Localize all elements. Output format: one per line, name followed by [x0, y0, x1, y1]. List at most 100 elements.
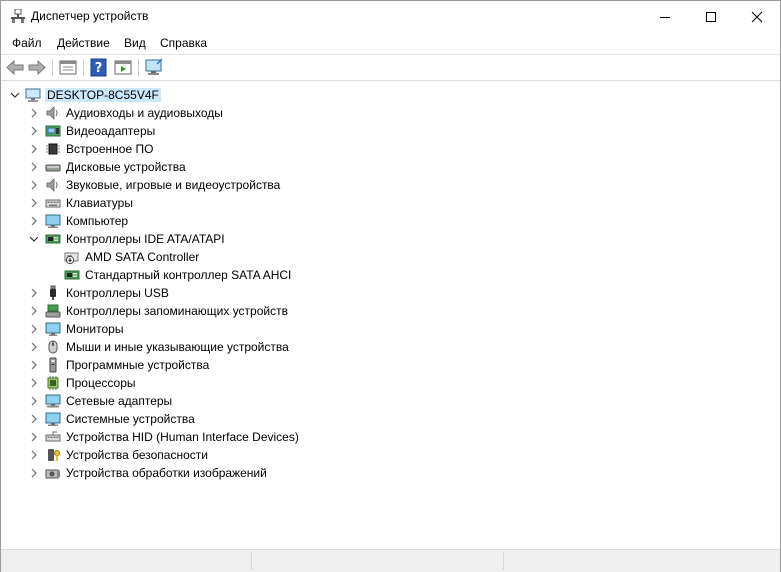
minimize-icon	[660, 17, 670, 18]
keyboard-icon	[45, 199, 61, 208]
chevron-right-icon	[31, 432, 37, 442]
menu-view[interactable]: Вид	[124, 36, 146, 50]
firmware-chip-icon	[46, 143, 60, 155]
driver-icon[interactable]	[113, 58, 133, 77]
tree-category[interactable]: Устройства HID (Human Interface Devices)	[28, 428, 428, 446]
chevron-right-icon	[31, 126, 37, 136]
menu-action[interactable]: Действие	[57, 36, 110, 50]
mouse-icon	[48, 340, 58, 354]
hid-icon	[45, 431, 61, 442]
help-icon[interactable]: ?	[89, 58, 109, 77]
tree-category[interactable]: Программные устройства	[28, 356, 428, 374]
tree-category[interactable]: Мониторы	[28, 320, 428, 338]
tree-device[interactable]: Стандартный контроллер SATA AHCI	[64, 266, 464, 284]
forward-arrow-icon[interactable]	[27, 58, 47, 77]
device-label: Стандартный контроллер SATA AHCI	[85, 268, 292, 282]
chevron-right-icon	[31, 450, 37, 460]
toolbar-separator	[138, 59, 139, 76]
category-label: Мыши и иные указывающие устройства	[66, 340, 289, 354]
speaker-icon	[46, 106, 58, 120]
security-key-icon	[48, 449, 60, 461]
tree-category[interactable]: Видеоадаптеры	[28, 122, 428, 140]
properties-icon[interactable]	[58, 58, 78, 77]
disk-drive-icon	[45, 164, 61, 172]
chevron-right-icon	[31, 414, 37, 424]
category-label: Устройства безопасности	[66, 448, 208, 462]
monitor-icon	[45, 322, 61, 336]
tree-category[interactable]: Мыши и иные указывающие устройства	[28, 338, 428, 356]
usb-icon	[50, 285, 56, 300]
close-icon	[751, 11, 763, 23]
tree-category[interactable]: Системные устройства	[28, 410, 428, 428]
tree-category[interactable]: Контроллеры запоминающих устройств	[28, 302, 428, 320]
speaker-icon	[46, 178, 58, 192]
computer-icon	[25, 88, 41, 102]
tree-category[interactable]: Аудиовходы и аудиовыходы	[28, 104, 428, 122]
chevron-down-icon	[10, 92, 20, 98]
window-title: Диспетчер устройств	[31, 9, 149, 23]
tree-category[interactable]: Дисковые устройства	[28, 158, 428, 176]
close-button[interactable]	[734, 1, 780, 32]
maximize-icon	[706, 12, 716, 22]
toolbar-separator	[83, 59, 84, 76]
tree-category[interactable]: Встроенное ПО	[28, 140, 428, 158]
chevron-right-icon	[31, 288, 37, 298]
status-pane	[253, 552, 504, 570]
tree-category[interactable]: Устройства обработки изображений	[28, 464, 428, 482]
category-label: Видеоадаптеры	[66, 124, 156, 138]
chevron-right-icon	[31, 360, 37, 370]
maximize-button[interactable]	[688, 1, 734, 32]
tree-category[interactable]: Устройства безопасности	[28, 446, 428, 464]
minimize-button[interactable]	[642, 1, 688, 32]
tree-category[interactable]: Контроллеры USB	[28, 284, 428, 302]
category-label: Компьютер	[66, 214, 129, 228]
menu-help[interactable]: Справка	[160, 36, 207, 50]
category-label: Клавиатуры	[66, 196, 133, 210]
chevron-right-icon	[31, 144, 37, 154]
tree-category[interactable]: Сетевые адаптеры	[28, 392, 428, 410]
system-device-icon	[45, 412, 61, 426]
chevron-right-icon	[31, 108, 37, 118]
title-bar[interactable]: Диспетчер устройств	[1, 1, 780, 32]
svg-text:?: ?	[95, 61, 103, 76]
tree-category[interactable]: Компьютер	[28, 212, 428, 230]
category-label: Контроллеры USB	[66, 286, 169, 300]
tree-category[interactable]: Звуковые, игровые и видеоустройства	[28, 176, 428, 194]
toolbar-separator	[52, 59, 53, 76]
menu-bar: Файл Действие Вид Справка	[1, 32, 780, 54]
category-label: Аудиовходы и аудиовыходы	[66, 106, 223, 120]
toolbar-divider	[1, 80, 780, 81]
storage-controller-icon	[45, 304, 61, 318]
chevron-right-icon	[31, 306, 37, 316]
sata-controller-warning-icon	[64, 252, 79, 265]
processor-icon	[47, 376, 59, 390]
back-arrow-icon[interactable]	[5, 58, 25, 77]
monitor-scan-icon[interactable]	[144, 58, 164, 77]
category-label: Мониторы	[66, 322, 124, 336]
chevron-right-icon	[31, 342, 37, 352]
category-label: Сетевые адаптеры	[66, 394, 173, 408]
root-computer-name: DESKTOP-8C55V4F	[45, 88, 161, 102]
chevron-right-icon	[31, 378, 37, 388]
chevron-right-icon	[31, 468, 37, 478]
ide-controller-icon	[45, 234, 61, 244]
category-label: Процессоры	[66, 376, 136, 390]
network-adapter-icon	[45, 394, 61, 408]
tree-category[interactable]: Клавиатуры	[28, 194, 428, 212]
category-label: Звуковые, игровые и видеоустройства	[66, 178, 281, 192]
category-label: Контроллеры запоминающих устройств	[66, 304, 288, 318]
tree-category[interactable]: Процессоры	[28, 374, 428, 392]
sata-controller-icon	[64, 270, 80, 280]
device-tree: DESKTOP-8C55V4F Аудиовходы и аудиовыходы В…	[1, 83, 780, 547]
category-label: Программные устройства	[66, 358, 210, 372]
tree-device[interactable]: AMD SATA Controller	[64, 248, 464, 266]
tree-category[interactable]: Контроллеры IDE ATA/ATAPI	[28, 230, 428, 248]
category-label: Контроллеры IDE ATA/ATAPI	[66, 232, 225, 246]
tree-root[interactable]: DESKTOP-8C55V4F	[9, 86, 409, 104]
chevron-right-icon	[31, 162, 37, 172]
device-manager-window: Диспетчер устройств Файл Действие Вид Сп…	[0, 0, 781, 572]
computer-icon	[45, 214, 61, 228]
device-label: AMD SATA Controller	[85, 250, 200, 264]
status-pane	[1, 552, 252, 570]
menu-file[interactable]: Файл	[12, 36, 42, 50]
